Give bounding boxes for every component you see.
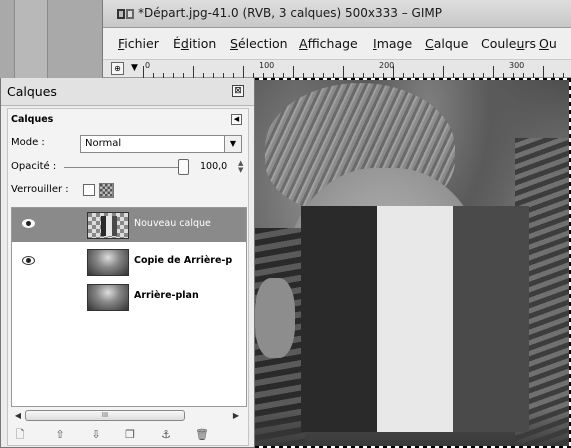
ruler-tick xyxy=(293,66,294,78)
layers-panel: Calques ◀ Mode : Normal ▼ Opacité : 100,… xyxy=(7,108,249,446)
image-canvas[interactable] xyxy=(255,78,571,448)
mode-row: Mode : Normal ▼ xyxy=(8,133,248,153)
layer-actions-bar: 🗋 ⇧ ⇩ ❐ ⚓ 🗑 xyxy=(8,425,248,445)
lock-alpha-icon[interactable] xyxy=(99,183,114,198)
menu-ou[interactable]: Ou xyxy=(539,36,557,51)
scroll-right-icon[interactable]: ▶ xyxy=(229,409,243,422)
close-icon[interactable]: ⊠ xyxy=(232,85,244,97)
gimp-app-icon xyxy=(117,9,134,19)
ruler-label: 100 xyxy=(259,61,275,70)
ruler-tick xyxy=(143,66,144,78)
opacity-row: Opacité : 100,0 ▲ ▼ xyxy=(8,159,248,177)
mode-label: Mode : xyxy=(11,137,45,148)
ruler-tick xyxy=(343,66,344,78)
dock-title: Calques xyxy=(7,84,57,99)
horizontal-scrollbar[interactable]: ◀ III ▶ xyxy=(11,409,247,422)
ruler-label: 200 xyxy=(379,61,395,70)
menu-couleurs[interactable]: Couleurs xyxy=(481,36,536,51)
opacity-label: Opacité : xyxy=(11,161,57,172)
ruler-label: 300 xyxy=(509,61,525,70)
menu-bar: Fichier Édition Sélection Affichage Image Cal… xyxy=(103,28,571,60)
chevron-down-icon[interactable]: ▼ xyxy=(224,136,241,152)
scroll-left-icon[interactable]: ◀ xyxy=(11,409,25,422)
dock-title-bar: Calques ⊠ xyxy=(1,78,254,106)
mode-value: Normal xyxy=(85,138,122,149)
mode-select[interactable]: Normal ▼ xyxy=(80,135,242,153)
menu-affichage[interactable]: Affichage xyxy=(299,36,358,51)
layer-thumbnail xyxy=(87,212,129,239)
flag-band-middle xyxy=(377,206,453,432)
ruler-origin-icon: ▼ xyxy=(131,63,138,73)
ruler-label: 0 xyxy=(145,61,151,70)
layer-name: Nouveau calque xyxy=(134,218,211,229)
window-title-bar: *Départ.jpg-41.0 (RVB, 3 calques) 500x33… xyxy=(103,0,571,28)
layers-dock: Calques ⊠ Calques ◀ Mode : Normal ▼ Opac… xyxy=(0,78,255,448)
layers-list[interactable]: Nouveau calque Copie de Arrière-p Arrière-… xyxy=(11,207,247,407)
horizontal-ruler: 0 100 200 300 xyxy=(143,60,571,78)
tab-header: Calques ◀ xyxy=(8,109,248,129)
flag-layer xyxy=(301,206,529,432)
navigate-icon[interactable]: ⊕ xyxy=(111,62,124,75)
lock-row: Verrouiller : xyxy=(8,183,248,201)
flag-band-right xyxy=(453,206,529,432)
layer-row[interactable]: Arrière-plan xyxy=(12,280,246,314)
ruler-tick xyxy=(243,66,244,78)
layer-row[interactable]: Nouveau calque xyxy=(12,208,246,242)
ruler-tick xyxy=(193,66,194,78)
menu-calque[interactable]: Calque xyxy=(425,36,468,51)
lower-layer-icon[interactable]: ⇩ xyxy=(88,427,104,443)
delete-layer-icon[interactable]: 🗑 xyxy=(194,427,210,443)
opacity-slider-track[interactable] xyxy=(64,167,184,168)
spin-buttons-icon[interactable]: ▲ ▼ xyxy=(238,160,243,174)
layer-row[interactable]: Copie de Arrière-p xyxy=(12,245,246,279)
anchor-layer-icon[interactable]: ⚓ xyxy=(158,427,174,443)
lock-pixels-checkbox[interactable] xyxy=(83,184,95,196)
opacity-value[interactable]: 100,0 xyxy=(200,161,227,172)
opacity-slider-handle[interactable] xyxy=(178,159,189,175)
raise-layer-icon[interactable]: ⇧ xyxy=(52,427,68,443)
window-title: *Départ.jpg-41.0 (RVB, 3 calques) 500x33… xyxy=(138,6,442,20)
flag-band-left xyxy=(301,206,377,432)
layer-boundary-top xyxy=(255,78,571,80)
eye-icon[interactable] xyxy=(22,219,35,228)
tab-menu-icon[interactable]: ◀ xyxy=(231,114,242,125)
duplicate-layer-icon[interactable]: ❐ xyxy=(122,427,138,443)
ruler-tick xyxy=(543,66,544,78)
menu-edition[interactable]: Édition xyxy=(173,36,216,51)
new-layer-icon[interactable]: 🗋 xyxy=(12,427,28,443)
layer-name: Copie de Arrière-p xyxy=(134,255,233,266)
menu-selection[interactable]: Sélection xyxy=(230,36,288,51)
horizontal-ruler-row: ⊕ ▼ 0 100 200 300 xyxy=(103,60,571,78)
menu-fichier[interactable]: Fichier xyxy=(118,36,159,51)
lock-label: Verrouiller : xyxy=(11,184,69,195)
layer-thumbnail xyxy=(87,284,129,311)
menu-image[interactable]: Image xyxy=(373,36,412,51)
toolbox-panel xyxy=(0,0,103,78)
layer-thumbnail xyxy=(87,249,129,276)
ruler-tick xyxy=(443,66,444,78)
tab-title: Calques xyxy=(11,114,54,125)
scrollbar-thumb[interactable]: III xyxy=(25,410,185,421)
layer-name: Arrière-plan xyxy=(134,290,199,301)
ruler-tick xyxy=(493,66,494,78)
eye-icon[interactable] xyxy=(22,256,35,265)
